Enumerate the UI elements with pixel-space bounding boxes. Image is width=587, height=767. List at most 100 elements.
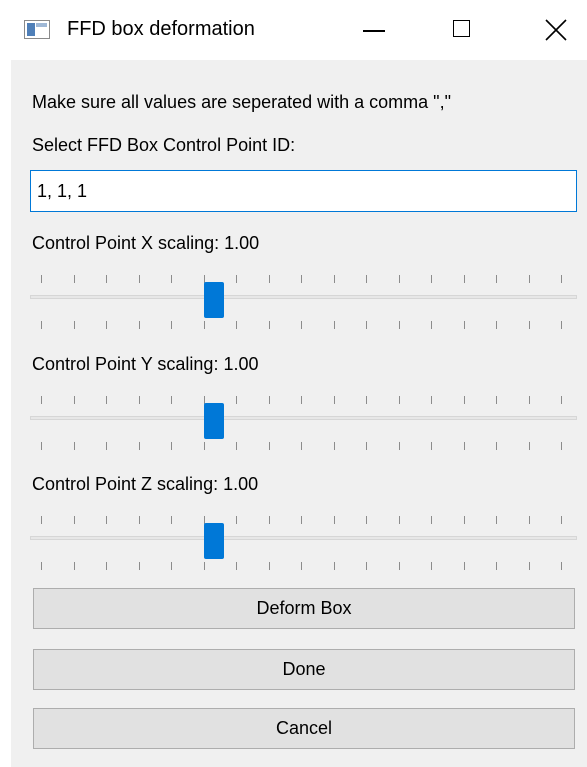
instructions-label: Make sure all values are seperated with … bbox=[32, 92, 451, 112]
tick-mark bbox=[366, 275, 367, 283]
y-slider-handle[interactable] bbox=[204, 403, 224, 439]
tick-mark bbox=[106, 396, 107, 404]
maximize-icon bbox=[453, 20, 470, 37]
tick-mark bbox=[431, 321, 432, 329]
z-scaling-group: Control Point Z scaling: 1.00 bbox=[11, 472, 587, 582]
tick-mark bbox=[203, 321, 205, 329]
minimize-button[interactable] bbox=[346, 0, 406, 60]
tick-mark bbox=[171, 442, 172, 450]
tick-mark bbox=[138, 442, 140, 450]
tick-mark bbox=[561, 275, 562, 283]
tick-mark bbox=[138, 321, 140, 329]
tick-mark bbox=[528, 442, 530, 450]
tick-mark bbox=[431, 442, 432, 450]
tick-mark bbox=[528, 275, 530, 283]
done-button[interactable]: Done bbox=[33, 649, 575, 690]
tick-mark bbox=[366, 396, 367, 404]
tick-mark bbox=[41, 396, 42, 404]
tick-mark bbox=[41, 516, 42, 524]
tick-mark bbox=[268, 516, 270, 524]
tick-mark bbox=[561, 321, 562, 329]
tick-mark bbox=[398, 321, 400, 329]
tick-mark bbox=[333, 396, 335, 404]
tick-mark bbox=[496, 516, 497, 524]
z-slider-handle[interactable] bbox=[204, 523, 224, 559]
tick-mark bbox=[171, 275, 172, 283]
tick-mark bbox=[73, 321, 75, 329]
control-point-id-input[interactable] bbox=[30, 170, 577, 212]
tick-mark bbox=[236, 275, 237, 283]
tick-mark bbox=[171, 562, 172, 570]
tick-mark bbox=[41, 321, 42, 329]
tick-mark bbox=[301, 562, 302, 570]
tick-mark bbox=[106, 562, 107, 570]
tick-mark bbox=[268, 442, 270, 450]
tick-mark bbox=[41, 562, 42, 570]
tick-mark bbox=[236, 321, 237, 329]
x-slider-handle[interactable] bbox=[204, 282, 224, 318]
tick-mark bbox=[73, 516, 75, 524]
tick-mark bbox=[106, 275, 107, 283]
tick-mark bbox=[171, 396, 172, 404]
tick-mark bbox=[333, 562, 335, 570]
tick-mark bbox=[398, 275, 400, 283]
tick-mark bbox=[333, 442, 335, 450]
tick-mark bbox=[333, 275, 335, 283]
tick-mark bbox=[301, 275, 302, 283]
tick-mark bbox=[73, 396, 75, 404]
tick-mark bbox=[528, 516, 530, 524]
tick-mark bbox=[73, 562, 75, 570]
tick-mark bbox=[561, 562, 562, 570]
tick-mark bbox=[463, 275, 465, 283]
deform-box-button[interactable]: Deform Box bbox=[33, 588, 575, 629]
tick-mark bbox=[138, 396, 140, 404]
tick-mark bbox=[268, 275, 270, 283]
dialog-content: Make sure all values are seperated with … bbox=[11, 60, 587, 767]
tick-mark bbox=[528, 562, 530, 570]
tick-mark bbox=[236, 442, 237, 450]
x-slider-track[interactable] bbox=[30, 295, 577, 299]
tick-mark bbox=[138, 516, 140, 524]
tick-mark bbox=[463, 442, 465, 450]
title-bar[interactable]: FFD box deformation bbox=[0, 0, 587, 60]
tick-mark bbox=[236, 562, 237, 570]
x-slider-ticks-bottom bbox=[41, 321, 562, 329]
tick-mark bbox=[333, 321, 335, 329]
tick-mark bbox=[398, 516, 400, 524]
tick-mark bbox=[528, 396, 530, 404]
x-slider-ticks-top bbox=[41, 275, 562, 283]
window-title: FFD box deformation bbox=[67, 18, 255, 40]
tick-mark bbox=[268, 321, 270, 329]
ffd-dialog-window: FFD box deformation Make sure all values… bbox=[0, 0, 587, 767]
tick-mark bbox=[73, 275, 75, 283]
tick-mark bbox=[301, 442, 302, 450]
tick-mark bbox=[398, 396, 400, 404]
tick-mark bbox=[561, 442, 562, 450]
tick-mark bbox=[496, 275, 497, 283]
tick-mark bbox=[561, 516, 562, 524]
maximize-button[interactable] bbox=[438, 0, 498, 60]
z-slider-ticks-top bbox=[41, 516, 562, 524]
tick-mark bbox=[73, 442, 75, 450]
tick-mark bbox=[431, 275, 432, 283]
tick-mark bbox=[496, 442, 497, 450]
tick-mark bbox=[366, 516, 367, 524]
z-slider-track[interactable] bbox=[30, 536, 577, 540]
tick-mark bbox=[106, 442, 107, 450]
tick-mark bbox=[528, 321, 530, 329]
tick-mark bbox=[106, 516, 107, 524]
close-button[interactable] bbox=[527, 0, 587, 60]
tick-mark bbox=[431, 516, 432, 524]
cancel-button[interactable]: Cancel bbox=[33, 708, 575, 749]
tick-mark bbox=[203, 562, 205, 570]
z-slider-ticks-bottom bbox=[41, 562, 562, 570]
y-slider-track[interactable] bbox=[30, 416, 577, 420]
tick-mark bbox=[171, 321, 172, 329]
close-icon bbox=[545, 19, 567, 41]
tick-mark bbox=[398, 562, 400, 570]
tick-mark bbox=[301, 516, 302, 524]
tick-mark bbox=[463, 396, 465, 404]
tick-mark bbox=[366, 562, 367, 570]
tick-mark bbox=[431, 562, 432, 570]
minimize-icon bbox=[363, 30, 385, 32]
